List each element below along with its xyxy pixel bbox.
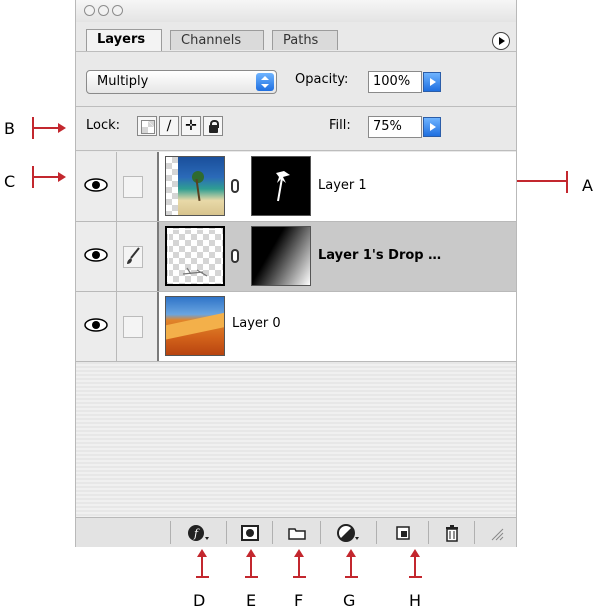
callout-e-arrow [245, 549, 259, 579]
minimize-window-icon[interactable] [98, 5, 109, 16]
select-arrows-icon[interactable] [256, 73, 274, 91]
layers-list: Layer 1 Layer 1's Drop … Layer 0 [76, 152, 516, 517]
callout-a-label: A [582, 176, 593, 195]
callout-f-arrow [293, 549, 307, 579]
resize-grip-icon[interactable] [474, 521, 516, 544]
layer-style-icon: f [187, 524, 209, 541]
layer-row[interactable]: Layer 0 [76, 292, 516, 362]
callout-g-arrow [345, 549, 359, 579]
link-toggle[interactable] [117, 292, 159, 361]
layer-row-selected[interactable]: Layer 1's Drop … [76, 222, 516, 292]
opacity-label: Opacity: [295, 72, 349, 87]
callout-d-arrow [196, 549, 210, 579]
layer-thumbnail [165, 156, 225, 216]
options-divider [76, 106, 516, 107]
eye-icon [84, 178, 108, 192]
visibility-toggle[interactable] [76, 152, 117, 221]
blend-opacity-row: Multiply Opacity: 100% [76, 62, 516, 106]
palette-menu-icon[interactable] [492, 32, 510, 50]
callout-d-label: D [193, 591, 206, 610]
new-layer-button[interactable] [376, 521, 428, 544]
palette-bottom-toolbar: f [76, 517, 516, 547]
lock-all-icon[interactable] [203, 116, 223, 136]
fill-field[interactable]: 75% [368, 116, 422, 138]
lock-fill-row: Lock: ∕ ✛ Fill: 75% [76, 110, 516, 146]
layer-name: Layer 0 [232, 316, 281, 331]
callout-b-label: B [4, 119, 15, 138]
link-toggle[interactable] [117, 152, 159, 221]
fill-label: Fill: [329, 118, 351, 133]
paintbrush-icon [127, 247, 140, 264]
lock-label: Lock: [86, 118, 121, 133]
layer-content[interactable]: Layer 1's Drop … [159, 222, 516, 291]
tab-paths[interactable]: Paths [272, 30, 338, 50]
layer-thumbnail [165, 296, 225, 356]
tab-divider [76, 51, 516, 52]
zoom-window-icon[interactable] [112, 5, 123, 16]
callout-c-line [33, 176, 59, 178]
delete-layer-button[interactable] [428, 521, 474, 544]
eye-icon [84, 248, 108, 262]
mask-link-icon[interactable] [231, 179, 239, 193]
tab-layers[interactable]: Layers [86, 29, 162, 51]
palette-tabs: Layers Channels Paths [76, 22, 516, 52]
layer-row[interactable]: Layer 1 [76, 152, 516, 222]
callout-f-label: F [294, 591, 304, 610]
adjustment-layer-icon [336, 523, 359, 542]
callout-b-line [33, 127, 59, 129]
lock-transparency-icon[interactable] [137, 116, 157, 136]
layer-mask-thumbnail [251, 156, 311, 216]
callout-b-arrowhead [58, 123, 66, 133]
layer-mask-thumbnail [251, 226, 311, 286]
visibility-toggle[interactable] [76, 222, 117, 291]
layer-name: Layer 1 [318, 178, 367, 193]
opacity-field[interactable]: 100% [368, 71, 422, 93]
callout-c-label: C [4, 172, 16, 191]
callout-g-label: G [343, 591, 356, 610]
blend-mode-select[interactable]: Multiply [86, 70, 277, 94]
layers-palette: Layers Channels Paths Multiply Opacity: … [75, 0, 517, 547]
paintbrush-toggle[interactable] [117, 222, 159, 291]
fill-slider-button[interactable] [423, 117, 441, 137]
add-layer-style-button[interactable]: f [170, 521, 226, 544]
add-layer-mask-button[interactable] [226, 521, 272, 544]
trash-icon [445, 524, 458, 542]
tab-channels[interactable]: Channels [170, 30, 264, 50]
new-layer-set-button[interactable] [272, 521, 320, 544]
callout-a-tick [566, 171, 568, 193]
opacity-slider-button[interactable] [423, 72, 441, 92]
layer-content[interactable]: Layer 0 [159, 292, 516, 361]
callout-e-label: E [246, 591, 257, 610]
callout-c-arrowhead [58, 172, 66, 182]
close-window-icon[interactable] [84, 5, 95, 16]
visibility-toggle[interactable] [76, 292, 117, 361]
eye-icon [84, 318, 108, 332]
blend-mode-value: Multiply [97, 74, 149, 89]
new-adjustment-layer-button[interactable] [320, 521, 376, 544]
callout-h-label: H [409, 591, 422, 610]
layer-content[interactable]: Layer 1 [159, 152, 516, 221]
lock-divider [76, 150, 516, 151]
add-mask-icon [240, 524, 259, 541]
callout-h-arrow [409, 549, 423, 579]
mask-link-icon[interactable] [231, 249, 239, 263]
palette-titlebar[interactable] [76, 0, 516, 22]
layer-thumbnail [165, 226, 225, 286]
layer-name: Layer 1's Drop … [318, 248, 442, 263]
lock-image-pixels-icon[interactable]: ∕ [159, 116, 179, 136]
new-set-icon [287, 527, 306, 540]
lock-position-icon[interactable]: ✛ [181, 116, 201, 136]
new-layer-icon [395, 525, 410, 540]
